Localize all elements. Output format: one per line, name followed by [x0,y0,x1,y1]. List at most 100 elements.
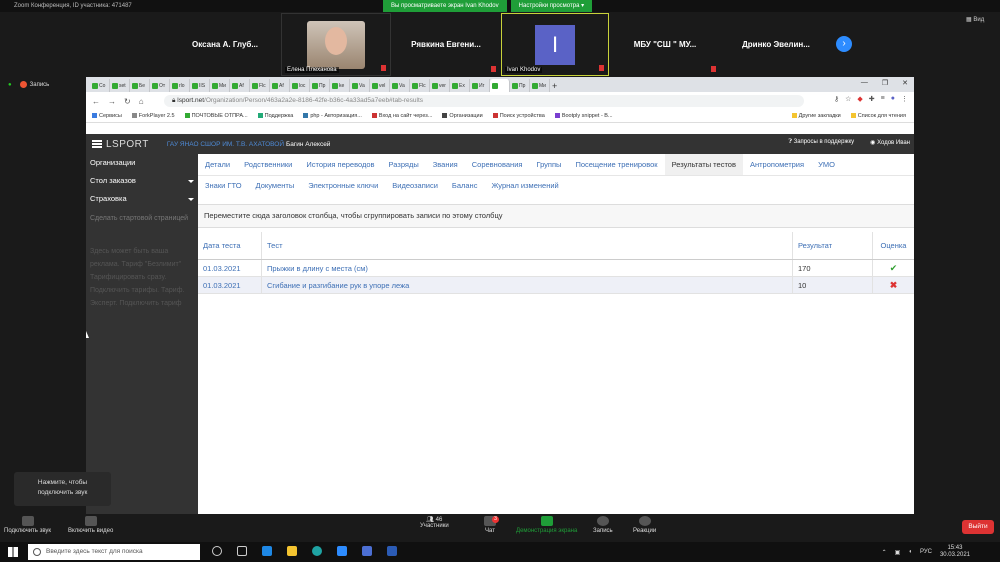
tray-arrow-icon[interactable]: ⌃ [882,549,887,556]
tab-tabs_row1-10[interactable]: УМО [811,154,842,175]
bookmark-folder[interactable]: Список для чтения [850,113,906,119]
task-view-icon[interactable] [237,546,247,556]
profile-icon[interactable]: ● [891,95,895,103]
star-icon[interactable]: ☆ [845,95,851,103]
browser-tab[interactable]: Иг [470,79,490,92]
media-icon[interactable]: ≡ [881,95,885,103]
app-logo[interactable]: LSPORT [106,139,149,150]
participant-tile[interactable]: Рявкина Евгени... [392,13,500,76]
browser-tab[interactable]: Af [230,79,250,92]
tab-tabs_row1-5[interactable]: Соревнования [465,154,530,175]
minimize-icon[interactable]: — [861,79,868,87]
tab-tabs_row2-2[interactable]: Электронные ключи [301,176,385,196]
browser-tab[interactable]: ke [330,79,350,92]
tab-tabs_row1-0[interactable]: Детали [198,154,237,175]
browser-tab[interactable]: Бе [130,79,150,92]
hamburger-icon[interactable] [92,140,102,148]
browser-tab[interactable]: Flc [410,79,430,92]
language-indicator[interactable]: РУС [920,549,932,555]
tab-tabs_row2-5[interactable]: Журнал изменений [484,176,565,196]
browser-tab[interactable]: Af [270,79,290,92]
cortana-icon[interactable] [212,546,222,556]
browser-tab[interactable]: Пр [510,79,530,92]
zoom-icon[interactable] [337,546,347,556]
org-link[interactable]: ГАУ ЯНАО СШОР ИМ. Т.В. АХАТОВОЙ [167,141,284,148]
browser-tab[interactable]: Flc [250,79,270,92]
forward-icon[interactable]: → [108,97,116,106]
participant-tile[interactable]: Дринко Эвелин... [721,13,831,76]
make-start-page-link[interactable]: Сделать стартовой страницей [86,208,198,229]
view-button[interactable]: ▦ Вид [966,16,984,23]
sidebar-item-organizations[interactable]: Организации [86,154,198,172]
tab-tabs_row1-6[interactable]: Группы [529,154,568,175]
start-video-button[interactable]: Включить видео [68,516,113,534]
participants-button[interactable]: 👥︎ 46 Участники [420,516,449,529]
tab-tabs_row1-2[interactable]: История переводов [299,154,381,175]
windows-start-icon[interactable] [8,547,18,557]
bookmark-folder[interactable]: Другие закладки [791,113,841,119]
tab-tabs_row1-1[interactable]: Родственники [237,154,299,175]
key-icon[interactable]: ⚷ [834,95,839,103]
tab-tabs_row1-7[interactable]: Посещение тренировок [568,154,664,175]
user-menu[interactable]: ◉ Ходов Иван [870,139,910,146]
leave-button[interactable]: Выйти [962,520,994,534]
taskbar-search-input[interactable]: Введите здесь текст для поиска [28,544,200,560]
back-icon[interactable]: ← [92,97,100,106]
browser-tab[interactable]: Ex [450,79,470,92]
table-row[interactable]: 01.03.2021 Прыжки в длину с места (см) 1… [198,260,914,277]
participant-tile-video[interactable]: Елена Плеханова [281,13,391,76]
column-mark[interactable]: Оценка [873,232,914,259]
browser-tab[interactable]: Ми [210,79,230,92]
menu-icon[interactable]: ⋮ [901,95,908,103]
browser-tab[interactable]: rlo [170,79,190,92]
home-icon[interactable]: ⌂ [139,97,144,106]
browser-tab[interactable]: ver [430,79,450,92]
support-link[interactable]: ❓︎ Запросы в поддержку [788,139,854,146]
participant-tile[interactable]: МБУ "СШ " МУ... [610,13,720,76]
cell-date[interactable]: 01.03.2021 [198,277,262,293]
browser-tab[interactable]: Пр [310,79,330,92]
sidebar-item-insurance[interactable]: Страховка [86,190,198,208]
bookmark-item[interactable]: Поддержка [257,113,293,119]
group-by-hint[interactable]: Переместите сюда заголовок столбца, чтоб… [198,204,914,228]
bookmark-item[interactable]: Вход на сайт через... [371,113,432,119]
table-row[interactable]: 01.03.2021 Сгибание и разгибание рук в у… [198,277,914,294]
network-icon[interactable]: ▣ [895,549,901,556]
browser-tab[interactable]: От [150,79,170,92]
cell-test[interactable]: Прыжки в длину с места (см) [262,260,793,276]
bookmark-item[interactable]: Поиск устройства [492,113,545,119]
bookmark-item[interactable]: Сервисы [92,113,122,119]
record-button[interactable]: Запись [593,516,613,534]
reactions-button[interactable]: Реакции [633,516,656,534]
maximize-icon[interactable]: ❐ [882,79,888,87]
reload-icon[interactable]: ↻ [124,97,131,106]
explorer-icon[interactable] [287,546,297,556]
clock[interactable]: 15:43 30.03.2021 [940,545,970,559]
browser-tab[interactable]: IIS [190,79,210,92]
browser-tab[interactable]: Va [390,79,410,92]
cell-date[interactable]: 01.03.2021 [198,260,262,276]
browser-tab[interactable]: loc [290,79,310,92]
bookmark-item[interactable]: ПОЧТОВЫЕ ОТПРА... [184,113,248,119]
tab-tabs_row2-1[interactable]: Документы [249,176,302,196]
tab-tabs_row2-0[interactable]: Знаки ГТО [198,176,249,196]
tab-tabs_row2-4[interactable]: Баланс [445,176,485,196]
column-result[interactable]: Результат [793,232,873,259]
column-test[interactable]: Тест [262,232,793,259]
join-audio-button[interactable]: Подключить звук [4,516,51,534]
browser-tab[interactable]: set [110,79,130,92]
share-screen-button[interactable]: Демонстрация экрана [516,516,577,534]
url-input[interactable]: 🔒︎ lsport.net/Organization/Person/463a2a… [164,95,804,107]
bookmark-item[interactable]: php - Авторизация... [303,113,362,119]
store-icon[interactable] [262,546,272,556]
extension-icon[interactable]: ◆ [857,95,862,103]
chrome-icon[interactable] [362,546,372,556]
browser-tab[interactable] [490,79,510,92]
bookmark-item[interactable]: ForkPlayer 2.5 [131,113,175,119]
browser-tab[interactable]: Ми [530,79,550,92]
close-window-icon[interactable]: ✕ [902,79,908,87]
browser-tab[interactable]: vel [370,79,390,92]
edge-icon[interactable] [312,546,322,556]
tab-tabs_row1-3[interactable]: Разряды [382,154,426,175]
volume-icon[interactable]: ◖ [908,549,912,555]
